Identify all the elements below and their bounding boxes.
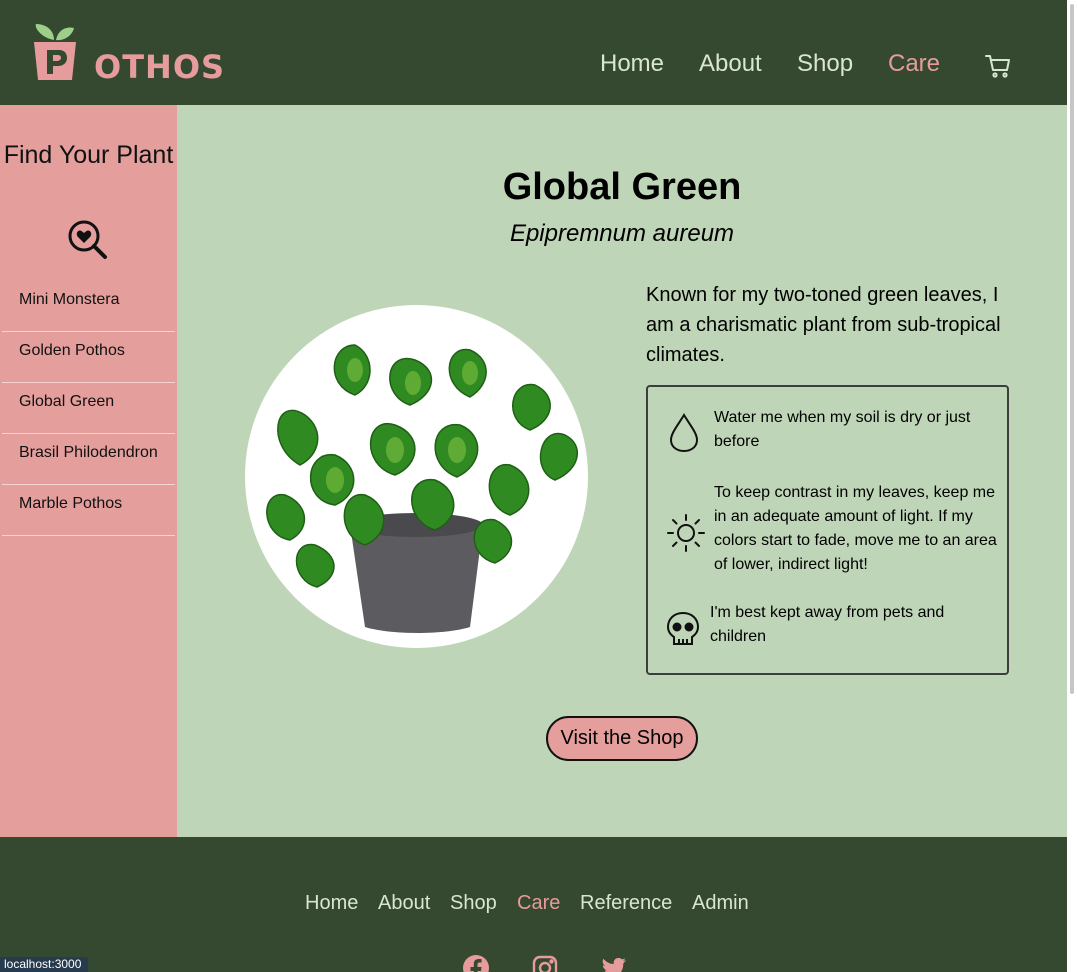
sidebar-item-mini-monstera[interactable]: Mini Monstera	[2, 281, 175, 332]
logo-text: OTHOS	[94, 48, 226, 86]
nav-care[interactable]: Care	[888, 50, 940, 78]
footer-link-reference[interactable]: Reference	[580, 892, 672, 915]
sidebar-title: Find Your Plant	[3, 141, 174, 169]
plant-photo	[245, 305, 588, 648]
sidebar-item-brasil-philodendron[interactable]: Brasil Philodendron	[2, 434, 175, 485]
instagram-icon[interactable]	[532, 955, 558, 972]
sidebar-item-golden-pothos[interactable]: Golden Pothos	[2, 332, 175, 383]
nav-shop[interactable]: Shop	[797, 50, 853, 78]
plant-scientific-name: Epipremnum aureum	[509, 220, 735, 247]
facebook-icon[interactable]	[463, 955, 489, 972]
sidebar-item-global-green[interactable]: Global Green	[2, 383, 175, 434]
nav-home[interactable]: Home	[600, 50, 664, 78]
footer-link-admin[interactable]: Admin	[692, 892, 749, 915]
visit-shop-button[interactable]: Visit the Shop	[546, 716, 698, 761]
footer-link-home[interactable]: Home	[305, 892, 358, 915]
care-instructions: Water me when my soil is dry or just bef…	[646, 385, 1009, 675]
footer-link-about[interactable]: About	[378, 892, 430, 915]
care-light-text: To keep contrast in my leaves, keep me i…	[714, 484, 997, 573]
plant-description: Known for my two-toned green leaves, I a…	[646, 284, 1001, 366]
footer-link-shop[interactable]: Shop	[450, 892, 497, 915]
heart-search-icon[interactable]	[67, 219, 109, 266]
sidebar-item-marble-pothos[interactable]: Marble Pothos	[2, 485, 175, 536]
sidebar-plant-list: Mini Monstera Golden Pothos Global Green…	[2, 281, 175, 536]
sun-icon	[666, 513, 706, 558]
cart-icon[interactable]	[985, 54, 1011, 83]
care-toxicity-text: I'm best kept away from pets and childre…	[710, 604, 945, 645]
browser-status-bar: localhost:3000	[0, 957, 89, 972]
water-drop-icon	[668, 413, 700, 458]
site-footer: Home About Shop Care Reference Admin	[0, 837, 1067, 972]
site-header: OTHOS Home About Shop Care	[0, 0, 1067, 105]
twitter-icon[interactable]	[601, 955, 627, 972]
footer-link-care[interactable]: Care	[517, 892, 560, 915]
plant-name: Global Green	[502, 166, 742, 208]
skull-icon	[666, 611, 700, 652]
page-scrollbar[interactable]	[1067, 0, 1077, 972]
nav-about[interactable]: About	[699, 50, 762, 78]
care-water-text: Water me when my soil is dry or just bef…	[714, 409, 971, 450]
logo[interactable]: OTHOS	[32, 22, 224, 86]
scrollbar-thumb[interactable]	[1070, 4, 1074, 694]
plant-finder-sidebar: Find Your Plant Mini Monstera Golden Pot…	[0, 105, 177, 837]
